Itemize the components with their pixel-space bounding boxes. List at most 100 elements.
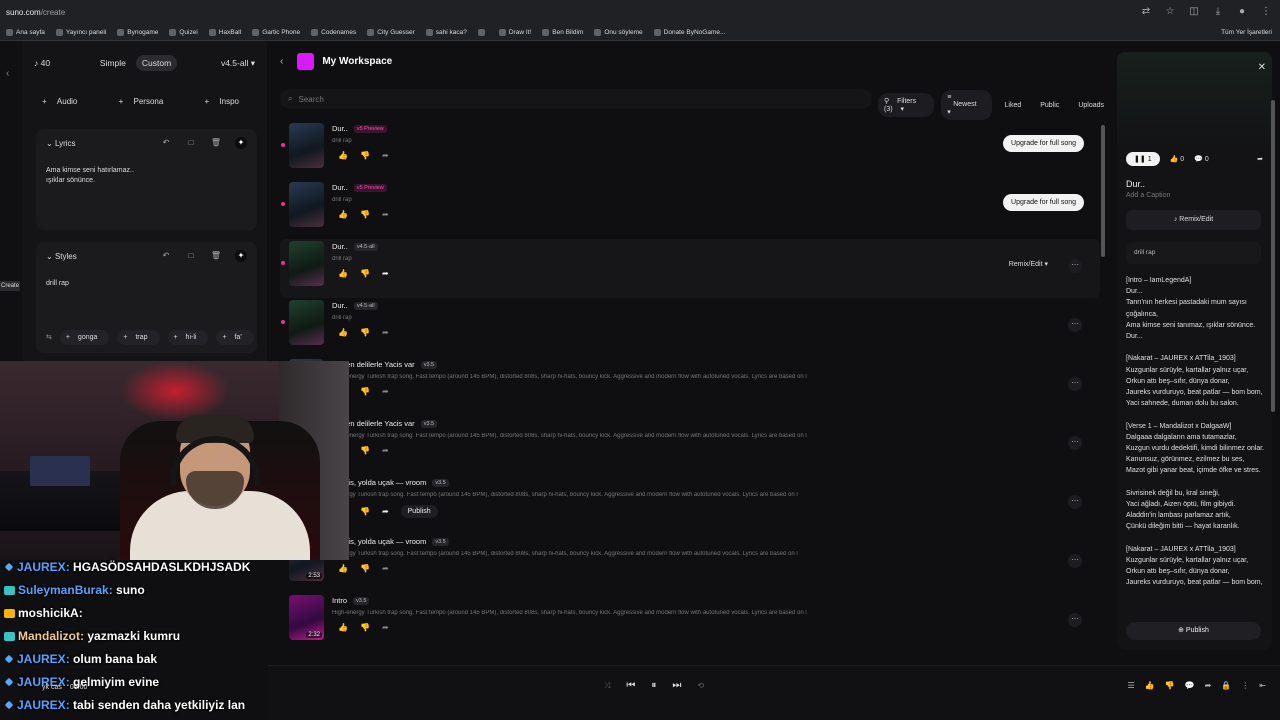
pause-icon[interactable]: ⏸ [651,680,656,691]
like-icon[interactable]: 👍 [338,564,348,573]
song-row[interactable]: Dur.. v4.5-all drill rap 👍 👎 ➦ Remix/Edit ▾ ⋯ [280,239,1100,298]
bookmark-item[interactable]: Ana sayfa [6,29,45,36]
magic-wand-icon[interactable]: ✦ [235,250,247,262]
queue-icon[interactable]: ☰ [1128,681,1135,690]
bookmark-star-icon[interactable]: ☆ [1164,6,1176,18]
song-thumbnail[interactable] [289,123,324,168]
more-options-icon[interactable]: ⋯ [1068,495,1082,509]
share-icon[interactable]: ➦ [382,328,389,337]
add-inspo-button[interactable]: + Inspo [197,93,255,110]
square-icon[interactable]: □ [185,250,197,262]
tag-button[interactable]: + hi-li [167,329,209,345]
workspace-scrollbar[interactable] [1101,125,1105,257]
bookmark-item[interactable]: Gartic Phone [252,29,300,36]
share-icon[interactable]: ➦ [382,446,389,455]
song-row[interactable]: Dur.. v5 Preview drill rap 👍 👎 ➦ Upgrade for f… [280,180,1100,239]
comment-icon[interactable]: 💬 [1185,681,1195,690]
liked-filter[interactable]: Liked [999,98,1028,113]
menu-dots-icon[interactable]: ⋮ [1260,6,1272,18]
like-button[interactable]: 👍 0 [1170,155,1185,163]
like-icon[interactable]: 👍 [338,210,348,219]
tag-button[interactable]: + trap [117,329,160,345]
mode-custom-button[interactable]: Custom [135,55,178,71]
profile-icon[interactable]: ● [1236,6,1248,18]
more-options-icon[interactable]: ⋯ [1068,613,1082,627]
song-row[interactable]: , Yacis, yolda uçak — vroom v3.5 h-energy … [280,475,1100,534]
share-icon[interactable]: ➦ [1205,681,1212,690]
shuffle-tags-icon[interactable]: ⇆ [46,329,52,345]
extensions-icon[interactable]: ◫ [1188,6,1200,18]
shuffle-icon[interactable]: ⤨ [604,681,610,691]
dislike-icon[interactable]: 👎 [360,446,370,455]
all-bookmarks-link[interactable]: Tüm Yer İşaretleri [1221,29,1272,36]
song-title[interactable]: Dur.. [332,301,348,310]
repeat-icon[interactable]: ⟲ [697,681,704,690]
bookmark-item[interactable]: Quizei [169,29,198,36]
song-row[interactable]: var, en delilerle Yacis var v3.5 High-ener… [280,357,1100,416]
song-thumbnail[interactable] [289,300,324,345]
dislike-icon[interactable]: 👎 [360,328,370,337]
song-title[interactable]: Intro [332,596,347,605]
magic-wand-icon[interactable]: ✦ [235,137,247,149]
add-audio-button[interactable]: + Audio [34,93,93,110]
bookmark-item[interactable] [477,29,488,36]
like-icon[interactable]: 👍 [338,623,348,632]
dislike-icon[interactable]: 👎 [360,151,370,160]
dislike-icon[interactable]: 👎 [360,564,370,573]
like-icon[interactable]: 👍 [1145,681,1155,690]
bookmark-item[interactable]: Donate ByNoGame... [653,29,725,36]
model-selector[interactable]: v4.5-all ▾ [221,58,255,69]
square-icon[interactable]: □ [185,137,197,149]
styles-header[interactable]: ⌄ Styles [46,252,77,261]
lyrics-textarea[interactable]: Ama kimse seni hatırlamaz.. ışıklar sönü… [46,166,134,186]
undo-icon[interactable]: ↶ [160,137,172,149]
lyrics-header[interactable]: ⌄ Lyrics [46,139,76,148]
back-chevron-icon[interactable]: ‹ [280,56,283,67]
address-bar[interactable]: suno.com/create ⇄ ☆ ◫ ⤓ ● ⋮ [0,0,1280,25]
rail-create-label[interactable]: Create [0,281,21,291]
bookmark-item[interactable]: Bynogame [117,29,158,36]
more-options-icon[interactable]: ⋯ [1068,436,1082,450]
song-title[interactable]: Dur.. [332,242,348,251]
song-row[interactable]: Dur.. v5 Preview drill rap 👍 👎 ➦ Upgrade for f… [280,121,1100,180]
more-options-icon[interactable]: ⋯ [1068,318,1082,332]
styles-textarea[interactable]: drill rap [46,279,69,289]
share-icon[interactable]: ➦ [382,564,389,573]
undo-icon[interactable]: ↶ [160,250,172,262]
comment-button[interactable]: 💬 0 [1194,155,1209,163]
dislike-icon[interactable]: 👎 [360,269,370,278]
trash-icon[interactable]: 🗑 [210,250,222,262]
sort-button[interactable]: ≡ Newest ▾ [941,90,992,120]
tag-button[interactable]: + gonga [59,329,110,345]
share-icon[interactable]: ➦ [382,151,389,160]
upgrade-button[interactable]: Upgrade for full song [1003,194,1084,211]
public-filter[interactable]: Public [1034,98,1065,113]
dislike-icon[interactable]: 👎 [360,623,370,632]
publish-button[interactable]: ⊕ Publish [1126,622,1261,640]
publish-button[interactable]: Publish [400,505,438,518]
song-row[interactable]: Dur.. v4.5-all drill rap 👍 👎 ➦ ⋯ [280,298,1100,357]
detail-scrollbar[interactable] [1271,100,1275,412]
dislike-icon[interactable]: 👎 [360,210,370,219]
remix-edit-button[interactable]: Remix/Edit ▾ [1009,260,1048,268]
bookmark-item[interactable]: Yayıncı paneli [55,29,106,36]
more-options-icon[interactable]: ⋯ [1068,259,1082,273]
song-row[interactable]: 2:53, Yacis, yolda uçak — vroom v3.5 h-ene… [280,534,1100,593]
song-row[interactable]: 2:32 Intro v3.5 High-energy Turkish trap so… [280,593,1100,652]
bookmark-item[interactable]: City Guesser [367,29,415,36]
bookmark-item[interactable]: sahi kaca? [425,29,467,36]
song-thumbnail[interactable] [289,182,324,227]
more-options-icon[interactable]: ⋯ [1068,377,1082,391]
bookmark-item[interactable]: Draw It! [498,29,531,36]
upgrade-button[interactable]: Upgrade for full song [1003,135,1084,152]
pause-button[interactable]: ❚❚ 1 [1126,152,1160,166]
share-icon[interactable]: ➦ [382,623,389,632]
collapse-icon[interactable]: ⇤ [1259,681,1266,690]
collapse-chevron-icon[interactable]: ‹ [6,68,9,79]
bookmark-item[interactable]: Ben Bildim [542,29,583,36]
like-icon[interactable]: 👍 [338,269,348,278]
download-icon[interactable]: ⤓ [1212,6,1224,18]
song-title[interactable]: Dur.. [332,183,348,192]
song-title[interactable]: Dur.. [332,124,348,133]
song-thumbnail[interactable] [289,241,324,286]
